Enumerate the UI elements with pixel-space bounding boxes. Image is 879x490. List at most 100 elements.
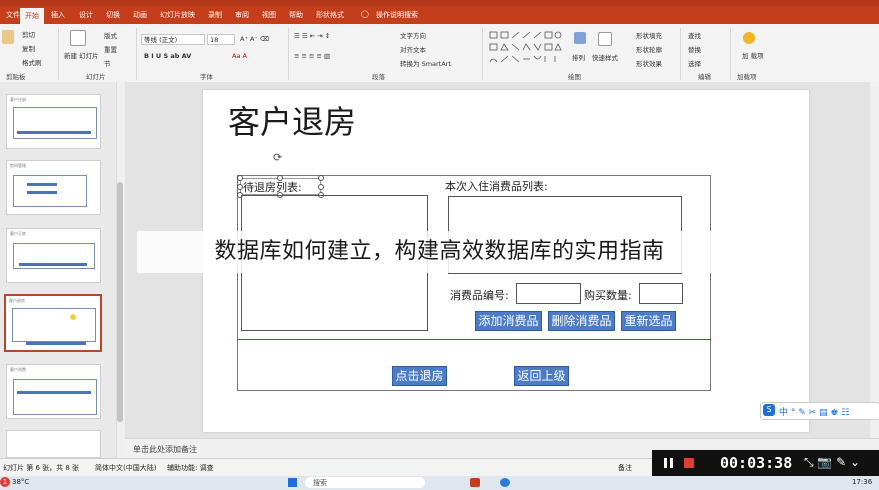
- thumbnail-bar: [26, 342, 86, 345]
- slide-thumbnail[interactable]: 房间管理: [6, 160, 101, 215]
- recorder-tools-icon[interactable]: ⤡ 📷 ✎ ⌄: [804, 455, 860, 470]
- clock: 17:36: [852, 478, 873, 486]
- new-slide-icon[interactable]: [70, 30, 86, 46]
- layout-button[interactable]: 版式: [104, 30, 117, 40]
- text-direction-button[interactable]: 文字方向: [400, 30, 426, 40]
- addins-button[interactable]: 加 载项: [742, 50, 764, 60]
- align-icon[interactable]: ≡ ≡ ≡ ≡ ▥: [294, 52, 330, 60]
- tab-insert[interactable]: 插入: [51, 10, 65, 20]
- shape-outline-button[interactable]: 形状轮廓: [636, 44, 662, 54]
- ribbon-divider: [482, 28, 483, 80]
- notes-placeholder[interactable]: 单击此处添加备注: [133, 444, 197, 455]
- cursor-highlight: [70, 314, 76, 320]
- tab-slideshow[interactable]: 幻灯片放映: [160, 10, 195, 20]
- font-name-combo[interactable]: 等线 (正文): [141, 34, 205, 45]
- tab-view[interactable]: 视图: [262, 10, 276, 20]
- new-slide-button[interactable]: 新建 幻灯片: [64, 50, 99, 60]
- shapes-gallery[interactable]: [488, 30, 564, 66]
- slides-group-label: 幻灯片: [86, 73, 106, 81]
- notification-badge[interactable]: 1: [0, 477, 10, 487]
- taskbar-search-label[interactable]: 搜索: [313, 478, 327, 488]
- font-grow-shrink-icon[interactable]: A⁺ A⁻ ⌫: [240, 35, 269, 43]
- shape-fill-button[interactable]: 形状填充: [636, 30, 662, 40]
- paste-icon[interactable]: [2, 30, 14, 44]
- font-size-combo[interactable]: 18: [207, 34, 235, 45]
- form-divider: [237, 339, 711, 340]
- checkout-list-label[interactable]: 待退房列表:: [243, 179, 302, 195]
- thumbnail-bar: [17, 391, 91, 394]
- bold-icon[interactable]: B I U S ab AV: [144, 52, 191, 60]
- recording-timer: 00:03:38: [720, 454, 793, 472]
- page-title[interactable]: 客户退房: [228, 97, 356, 143]
- tab-transitions[interactable]: 切换: [106, 10, 120, 20]
- tab-review[interactable]: 审阅: [235, 10, 249, 20]
- powerpoint-taskbar-icon[interactable]: [470, 478, 480, 487]
- bullets-icon[interactable]: ☰ ☰ ⇤ ⇥ ↕: [294, 32, 330, 40]
- item-number-input[interactable]: [516, 283, 581, 304]
- slide-thumbnail[interactable]: [6, 430, 101, 458]
- tab-help[interactable]: 帮助: [289, 10, 303, 20]
- resize-handle[interactable]: [318, 184, 324, 190]
- copy-button[interactable]: 复制: [22, 43, 35, 53]
- notes-toggle[interactable]: 备注: [618, 463, 632, 473]
- slide-thumbnail[interactable]: 客户订房: [6, 228, 101, 283]
- browser-taskbar-icon[interactable]: [500, 478, 510, 487]
- addins-icon[interactable]: [743, 32, 755, 44]
- find-button[interactable]: 查找: [688, 30, 701, 40]
- lightbulb-icon: ◯: [361, 10, 369, 18]
- paragraph-group-label: 段落: [372, 73, 385, 81]
- select-button[interactable]: 选择: [688, 58, 701, 68]
- add-item-button[interactable]: 添加消费品: [475, 311, 542, 331]
- arrange-button[interactable]: 排列: [572, 52, 585, 62]
- consumables-list-label[interactable]: 本次入住消费品列表:: [445, 178, 548, 194]
- delete-item-button[interactable]: 删除消费品: [548, 311, 615, 331]
- search-hint[interactable]: 操作说明搜索: [376, 10, 418, 20]
- quantity-input[interactable]: [639, 283, 683, 304]
- accessibility-status[interactable]: 辅助功能: 调查: [167, 463, 214, 473]
- tab-home[interactable]: 开始: [20, 8, 44, 24]
- slide-thumbnail[interactable]: 客户注册: [6, 94, 101, 149]
- align-text-button[interactable]: 对齐文本: [400, 44, 426, 54]
- editing-group-label: 编辑: [698, 73, 711, 81]
- tab-file[interactable]: 文件: [6, 10, 20, 20]
- addins-group-label: 加载项: [737, 73, 757, 81]
- taskbar-search[interactable]: 搜索: [305, 477, 425, 488]
- replace-button[interactable]: 替换: [688, 44, 701, 54]
- rotate-handle-icon[interactable]: ⟳: [273, 151, 282, 164]
- tab-design[interactable]: 设计: [79, 10, 93, 20]
- thumbnail-title: 客户订房: [10, 231, 26, 236]
- tab-shape-format[interactable]: 形状格式: [316, 10, 344, 20]
- checkout-button[interactable]: 点击退房: [392, 366, 447, 386]
- stop-icon[interactable]: [684, 458, 694, 468]
- ribbon-divider: [730, 28, 731, 80]
- reselect-button[interactable]: 重新选品: [621, 311, 676, 331]
- canvas-scrollbar[interactable]: [870, 82, 879, 438]
- cut-button[interactable]: 剪切: [22, 29, 35, 39]
- shape-effects-button[interactable]: 形状效果: [636, 58, 662, 68]
- back-button[interactable]: 返回上级: [514, 366, 569, 386]
- resize-handle[interactable]: [318, 175, 324, 181]
- ime-tools-icon[interactable]: 中 ° ✎ ✂ ▤ ♚ ☷: [779, 405, 849, 418]
- windows-start-icon[interactable]: [288, 478, 297, 487]
- section-button[interactable]: 节: [104, 58, 111, 68]
- thumbnail-bar: [27, 183, 57, 186]
- tab-animations[interactable]: 动画: [133, 10, 147, 20]
- slide-counter: 幻灯片 第 6 张，共 8 张: [3, 464, 80, 472]
- slide-thumbnail[interactable]: 客户消费: [6, 364, 101, 419]
- ime-logo-icon[interactable]: S: [763, 404, 775, 416]
- font-color-icon[interactable]: Aa A: [232, 52, 247, 60]
- thumbnail-scroll-thumb[interactable]: [117, 182, 123, 422]
- smartart-button[interactable]: 转换为 SmartArt: [400, 58, 451, 68]
- format-painter-button[interactable]: 格式刷: [22, 57, 42, 67]
- ime-toolbar[interactable]: S 中 ° ✎ ✂ ▤ ♚ ☷: [760, 402, 879, 420]
- language-indicator[interactable]: 简体中文(中国大陆): [95, 463, 156, 473]
- tab-record[interactable]: 录制: [208, 10, 222, 20]
- quick-styles-button[interactable]: 快速样式: [592, 52, 618, 62]
- thumbnail-frame: [12, 308, 96, 342]
- thumbnail-title: 客户消费: [10, 367, 26, 372]
- weather-temp[interactable]: 38°C: [12, 478, 29, 486]
- window-title-strip: [0, 0, 879, 6]
- reset-button[interactable]: 重置: [104, 44, 117, 54]
- pause-icon[interactable]: [664, 458, 667, 468]
- slide-thumbnail-selected[interactable]: 客户退房: [4, 294, 102, 352]
